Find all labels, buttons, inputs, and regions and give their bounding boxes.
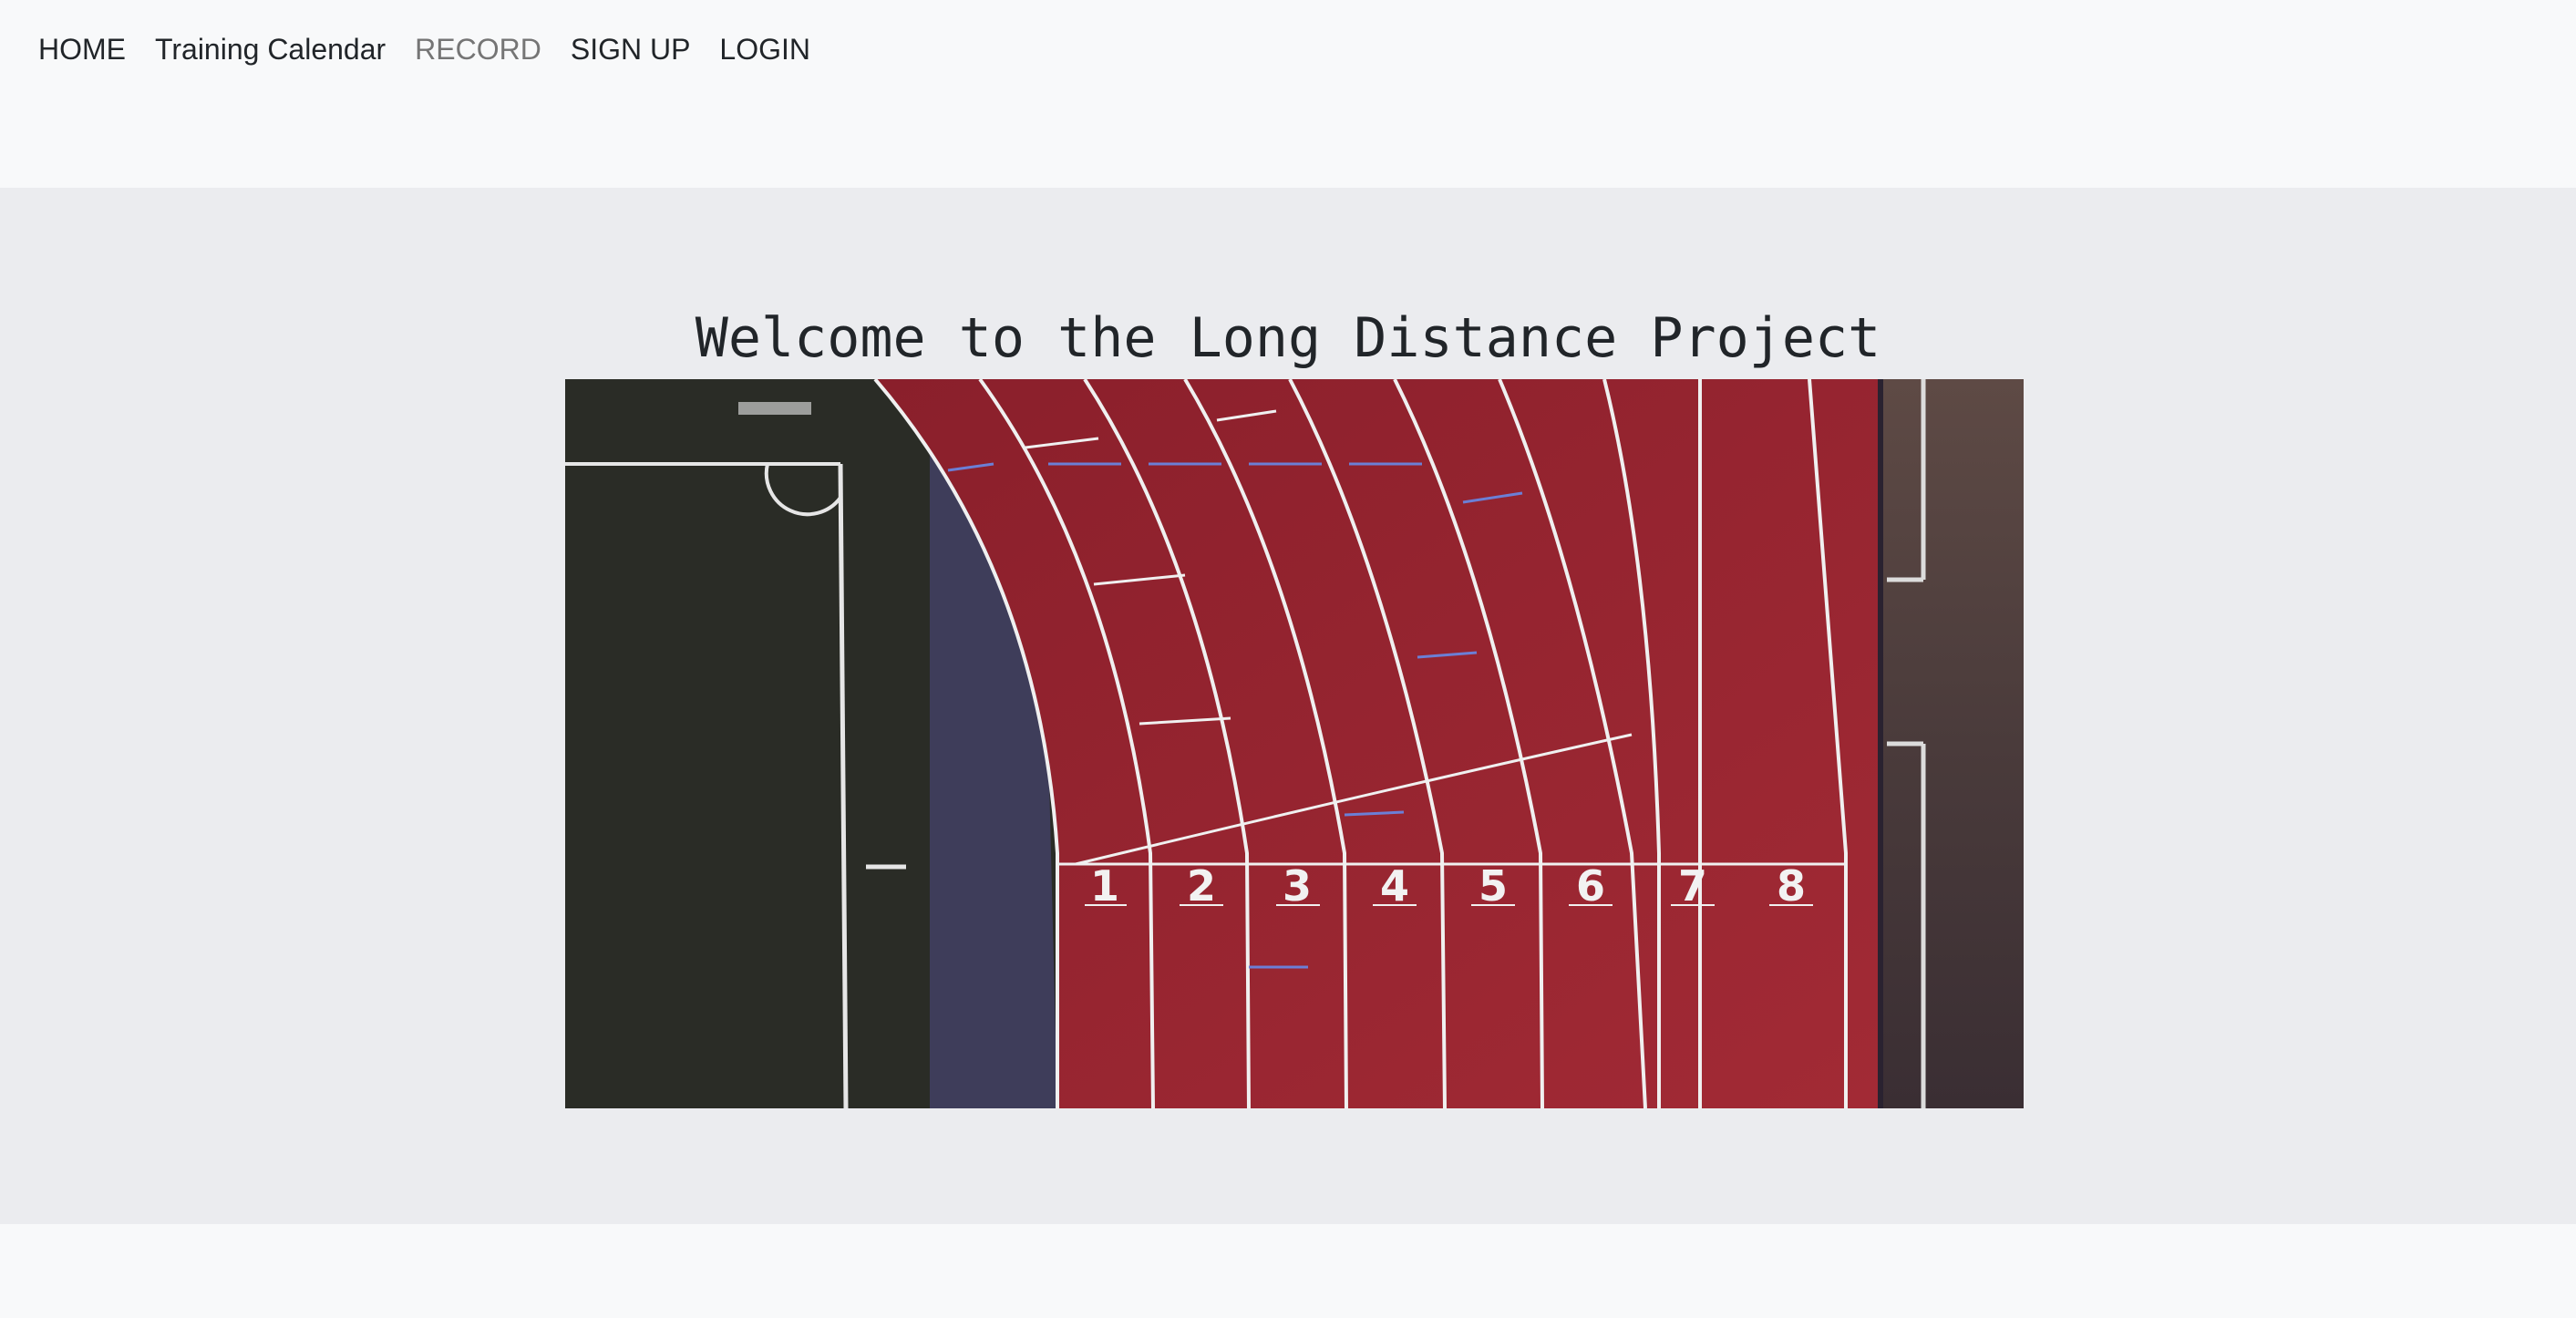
footer bbox=[0, 1224, 2576, 1318]
hero-section: Welcome to the Long Distance Project 1 2… bbox=[0, 188, 2576, 1224]
lane-number-5: 5 bbox=[1479, 861, 1508, 911]
lane-number-1: 1 bbox=[1090, 861, 1119, 911]
nav-link-home[interactable]: HOME bbox=[38, 27, 126, 71]
nav-list: HOME Training Calendar RECORD SIGN UP LO… bbox=[38, 27, 840, 71]
lane-number-2: 2 bbox=[1187, 861, 1216, 911]
lane-number-7: 7 bbox=[1678, 861, 1707, 911]
nav-link-login[interactable]: LOGIN bbox=[719, 27, 810, 71]
navbar: HOME Training Calendar RECORD SIGN UP LO… bbox=[0, 0, 2576, 188]
lane-number-4: 4 bbox=[1380, 861, 1409, 911]
lane-number-8: 8 bbox=[1777, 861, 1806, 911]
lane-number-6: 6 bbox=[1576, 861, 1605, 911]
lane-number-3: 3 bbox=[1283, 861, 1312, 911]
page-title: Welcome to the Long Distance Project bbox=[695, 306, 1881, 370]
running-track-image: 1 2 3 4 5 6 7 8 bbox=[565, 379, 2024, 1108]
nav-link-training-calendar[interactable]: Training Calendar bbox=[155, 27, 386, 71]
nav-link-record[interactable]: RECORD bbox=[415, 27, 541, 71]
nav-link-sign-up[interactable]: SIGN UP bbox=[571, 27, 691, 71]
